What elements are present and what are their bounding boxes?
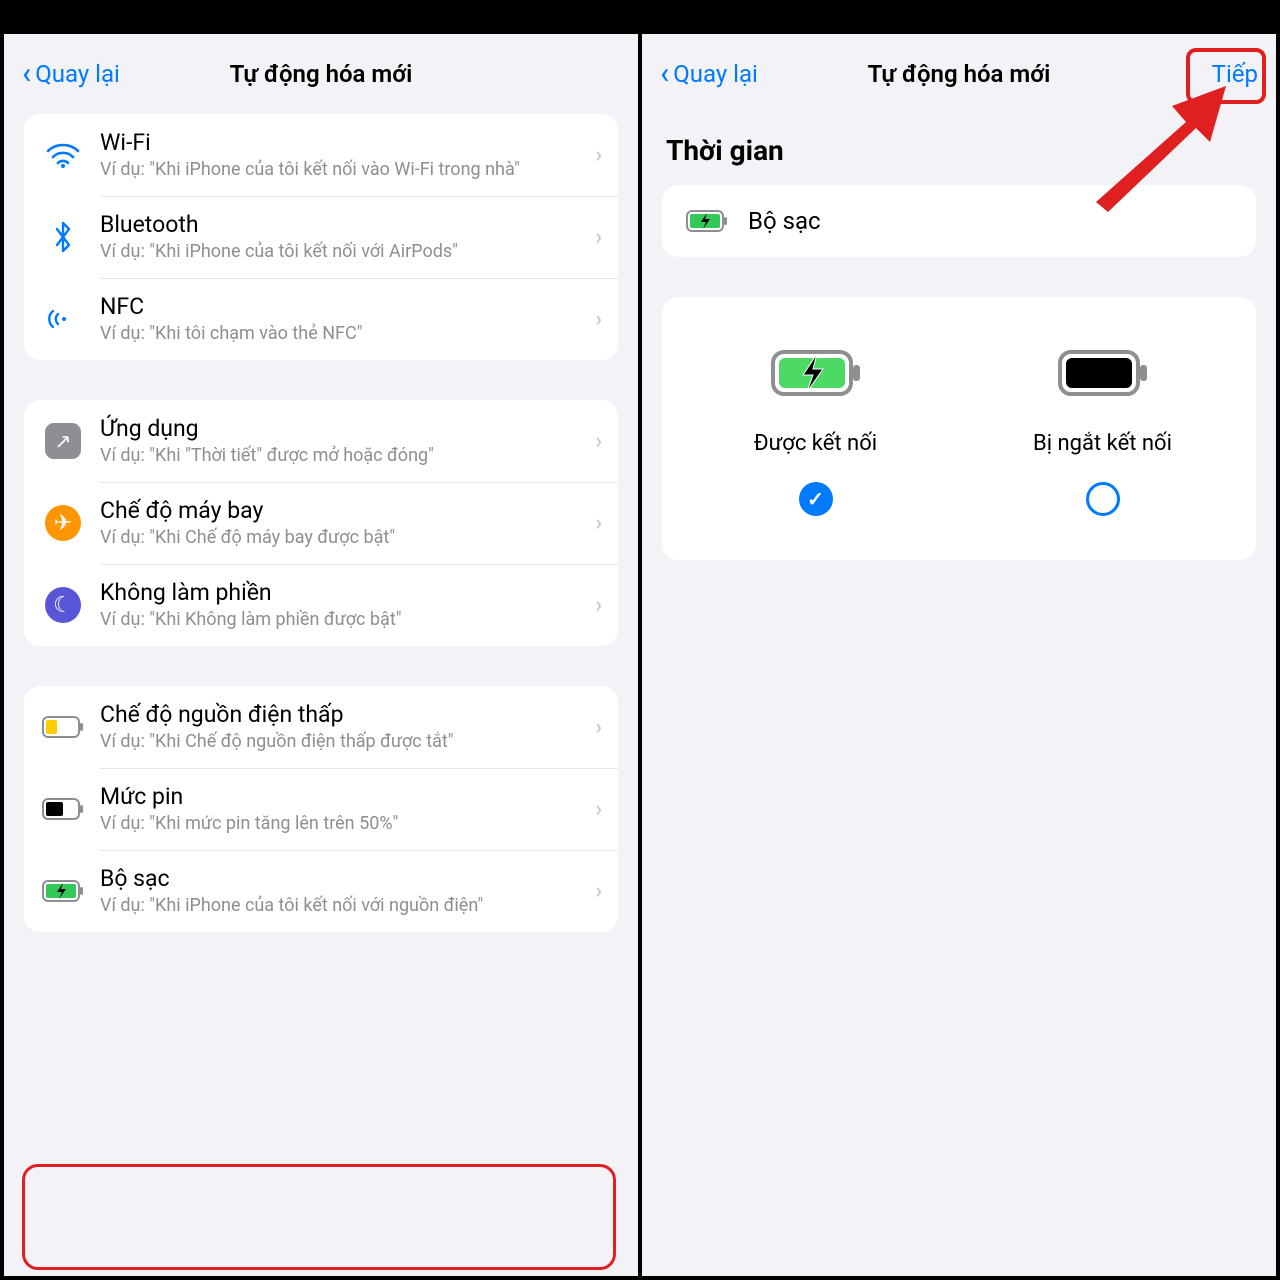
trigger-group: Chế độ nguồn điện thấp Ví dụ: "Khi Chế đ… (24, 686, 618, 932)
chevron-right-icon: › (595, 143, 602, 168)
charger-state-card: Được kết nối ✓ Bị ngắt kết nối (662, 297, 1256, 560)
row-subtitle: Ví dụ: "Khi tôi chạm vào thẻ NFC" (100, 322, 587, 345)
navbar: ‹ Quay lại Tự động hóa mới Tiếp (642, 44, 1276, 104)
row-title: NFC (100, 293, 587, 320)
chevron-right-icon: › (595, 511, 602, 536)
row-subtitle: Ví dụ: "Khi Chế độ máy bay được bật" (100, 526, 587, 549)
trigger-row-battery-level[interactable]: Mức pin Ví dụ: "Khi mức pin tăng lên trê… (24, 768, 618, 850)
selected-trigger-row[interactable]: Bộ sạc (662, 185, 1256, 257)
status-bar (4, 4, 638, 34)
next-button[interactable]: Tiếp (1212, 60, 1258, 88)
trigger-row-airplane[interactable]: ✈ Chế độ máy bay Ví dụ: "Khi Chế độ máy … (24, 482, 618, 564)
chevron-right-icon: › (595, 225, 602, 250)
row-title: Mức pin (100, 783, 587, 810)
row-subtitle: Ví dụ: "Khi "Thời tiết" được mở hoặc đón… (100, 444, 587, 467)
trigger-row-low-power[interactable]: Chế độ nguồn điện thấp Ví dụ: "Khi Chế đ… (24, 686, 618, 768)
row-title: Không làm phiền (100, 579, 587, 606)
screenshot-left: ‹ Quay lại Tự động hóa mới Wi-Fi Ví dụ: … (4, 4, 638, 1276)
navbar: ‹ Quay lại Tự động hóa mới (4, 44, 638, 104)
battery-level-icon (40, 798, 86, 820)
chevron-right-icon: › (595, 797, 602, 822)
row-title: Bộ sạc (100, 865, 587, 892)
radio-selected[interactable]: ✓ (682, 482, 949, 516)
nfc-icon (40, 305, 86, 333)
checkmark-icon: ✓ (799, 482, 833, 516)
chevron-left-icon: ‹ (22, 62, 31, 86)
chevron-right-icon: › (595, 715, 602, 740)
trigger-row-bluetooth[interactable]: Bluetooth Ví dụ: "Khi iPhone của tôi kết… (24, 196, 618, 278)
annotation-highlight-charger (22, 1164, 616, 1270)
low-power-icon (40, 716, 86, 738)
dnd-icon: ☾ (40, 587, 86, 623)
content-scroll[interactable]: Wi-Fi Ví dụ: "Khi iPhone của tôi kết nối… (4, 104, 638, 1276)
bluetooth-icon (40, 220, 86, 254)
trigger-row-app[interactable]: ↗ Ứng dụng Ví dụ: "Khi "Thời tiết" được … (24, 400, 618, 482)
trigger-group: ↗ Ứng dụng Ví dụ: "Khi "Thời tiết" được … (24, 400, 618, 646)
row-title: Bluetooth (100, 211, 587, 238)
choice-connected[interactable]: Được kết nối ✓ (682, 333, 949, 516)
row-subtitle: Ví dụ: "Khi Chế độ nguồn điện thấp được … (100, 730, 587, 753)
row-subtitle: Ví dụ: "Khi iPhone của tôi kết nối với n… (100, 894, 587, 917)
radio-unselected[interactable] (969, 482, 1236, 516)
chevron-right-icon: › (595, 307, 602, 332)
back-label: Quay lại (35, 60, 120, 88)
sheet-handle (642, 34, 1276, 44)
status-bar (642, 4, 1276, 34)
content-scroll[interactable]: Thời gian Bộ sạc Được kết nối ✓ (642, 104, 1276, 1276)
charger-icon (684, 210, 730, 232)
section-title: Thời gian (666, 134, 1256, 167)
back-label: Quay lại (673, 60, 758, 88)
chevron-right-icon: › (595, 593, 602, 618)
selected-trigger-card: Bộ sạc (662, 185, 1256, 257)
battery-full-icon (969, 333, 1236, 413)
trigger-row-nfc[interactable]: NFC Ví dụ: "Khi tôi chạm vào thẻ NFC" › (24, 278, 618, 360)
choice-label: Được kết nối (682, 431, 949, 456)
row-title: Wi-Fi (100, 129, 587, 156)
screenshot-right: ‹ Quay lại Tự động hóa mới Tiếp Thời gia… (642, 4, 1276, 1276)
row-title: Chế độ máy bay (100, 497, 587, 524)
airplane-icon: ✈ (40, 505, 86, 541)
back-button[interactable]: ‹ Quay lại (22, 60, 120, 88)
trigger-row-dnd[interactable]: ☾ Không làm phiền Ví dụ: "Khi Không làm … (24, 564, 618, 646)
row-subtitle: Ví dụ: "Khi mức pin tăng lên trên 50%" (100, 812, 587, 835)
chevron-right-icon: › (595, 879, 602, 904)
chevron-left-icon: ‹ (660, 62, 669, 86)
trigger-row-charger[interactable]: Bộ sạc Ví dụ: "Khi iPhone của tôi kết nố… (24, 850, 618, 932)
row-title: Chế độ nguồn điện thấp (100, 701, 587, 728)
choice-disconnected[interactable]: Bị ngắt kết nối (969, 333, 1236, 516)
wifi-icon (40, 142, 86, 168)
row-subtitle: Ví dụ: "Khi Không làm phiền được bật" (100, 608, 587, 631)
trigger-row-wifi[interactable]: Wi-Fi Ví dụ: "Khi iPhone của tôi kết nối… (24, 114, 618, 196)
chevron-right-icon: › (595, 429, 602, 454)
battery-charging-icon (682, 333, 949, 413)
app-icon: ↗ (40, 423, 86, 459)
back-button[interactable]: ‹ Quay lại (660, 60, 758, 88)
row-subtitle: Ví dụ: "Khi iPhone của tôi kết nối với A… (100, 240, 587, 263)
selected-trigger-label: Bộ sạc (748, 207, 821, 235)
row-subtitle: Ví dụ: "Khi iPhone của tôi kết nối vào W… (100, 158, 587, 181)
sheet-handle (4, 34, 638, 44)
charger-icon (40, 880, 86, 902)
trigger-group: Wi-Fi Ví dụ: "Khi iPhone của tôi kết nối… (24, 114, 618, 360)
row-title: Ứng dụng (100, 415, 587, 442)
choice-label: Bị ngắt kết nối (969, 431, 1236, 456)
